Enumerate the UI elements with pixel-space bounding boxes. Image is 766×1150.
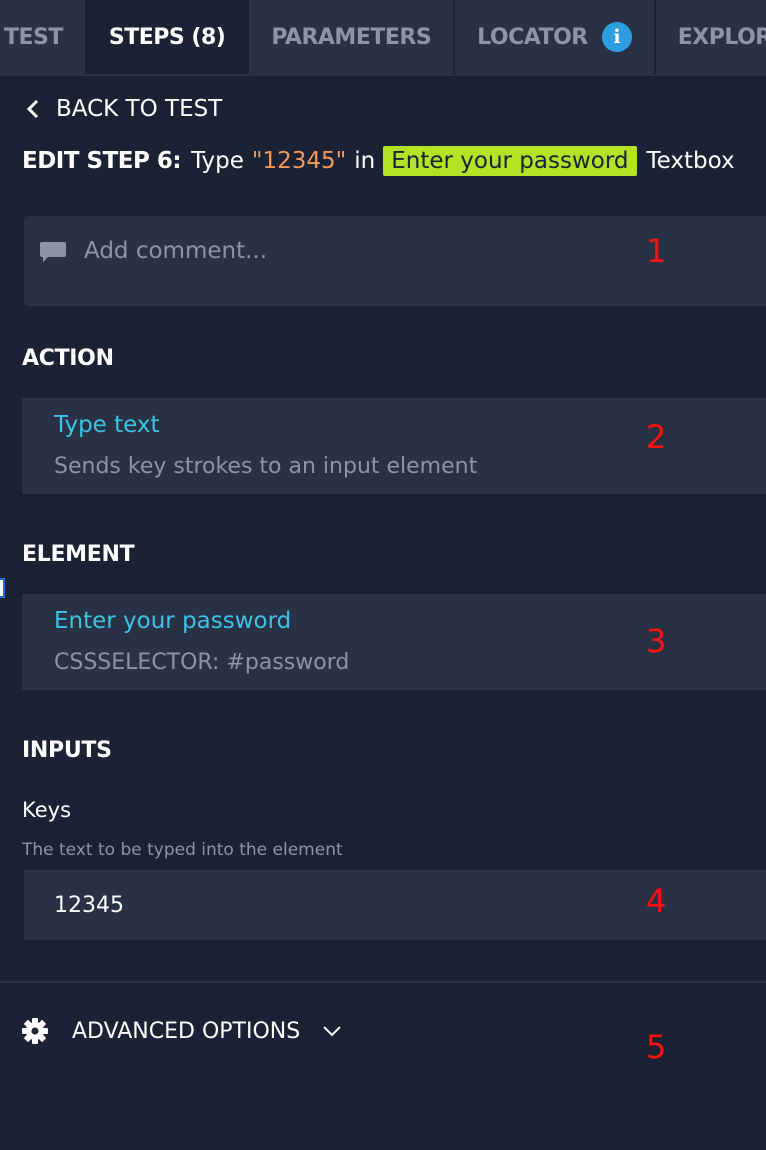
step-value: "12345" — [251, 148, 347, 174]
tab-bar: TEST STEPS (8) PARAMETERS LOCATOR i EXPL… — [0, 0, 766, 77]
step-verb: Type — [191, 148, 244, 174]
tab-test-label: TEST — [4, 24, 63, 50]
annotation-5: 5 — [646, 1028, 667, 1066]
action-name: Type text — [54, 412, 160, 438]
back-to-test-label: BACK TO TEST — [56, 96, 223, 122]
edge-marker — [0, 578, 5, 598]
annotation-2: 2 — [646, 418, 667, 456]
divider — [0, 981, 766, 983]
step-element-badge: Enter your password — [383, 146, 637, 176]
tab-steps[interactable]: STEPS (8) — [86, 0, 250, 74]
tab-parameters-label: PARAMETERS — [271, 24, 432, 50]
step-element-type: Textbox — [646, 148, 735, 174]
element-selector: CSSSELECTOR: #password — [54, 650, 350, 675]
advanced-options-toggle[interactable]: ADVANCED OPTIONS — [22, 1018, 342, 1044]
element-name: Enter your password — [54, 608, 292, 634]
chevron-left-icon — [26, 99, 39, 119]
comment-input[interactable] — [84, 238, 684, 264]
edit-step-label: EDIT STEP 6: — [22, 148, 182, 174]
annotation-3: 3 — [646, 622, 667, 660]
keys-label: Keys — [22, 798, 72, 822]
element-section-label: ELEMENT — [22, 542, 135, 567]
keys-description: The text to be typed into the element — [22, 840, 343, 860]
tab-explore[interactable]: EXPLORE — [656, 0, 766, 74]
tab-explore-label: EXPLORE — [677, 24, 766, 50]
tab-locator[interactable]: LOCATOR i — [455, 0, 656, 74]
tab-test[interactable]: TEST — [0, 0, 87, 74]
action-section-label: ACTION — [22, 346, 114, 371]
comment-icon — [40, 242, 66, 262]
inputs-section-label: INPUTS — [22, 738, 112, 763]
annotation-4: 4 — [646, 882, 667, 920]
back-to-test-link[interactable]: BACK TO TEST — [24, 96, 222, 122]
chevron-down-icon — [323, 1026, 341, 1037]
action-description: Sends key strokes to an input element — [54, 454, 478, 479]
advanced-options-label: ADVANCED OPTIONS — [72, 1018, 301, 1044]
step-preposition: in — [354, 148, 376, 174]
annotation-1: 1 — [646, 232, 667, 270]
step-title: EDIT STEP 6: Type "12345" in Enter your … — [22, 146, 766, 176]
gear-icon — [22, 1018, 48, 1044]
tab-parameters[interactable]: PARAMETERS — [249, 0, 456, 74]
tab-locator-label: LOCATOR — [477, 24, 588, 50]
info-icon[interactable]: i — [601, 22, 632, 52]
tab-steps-label: STEPS (8) — [108, 24, 226, 50]
